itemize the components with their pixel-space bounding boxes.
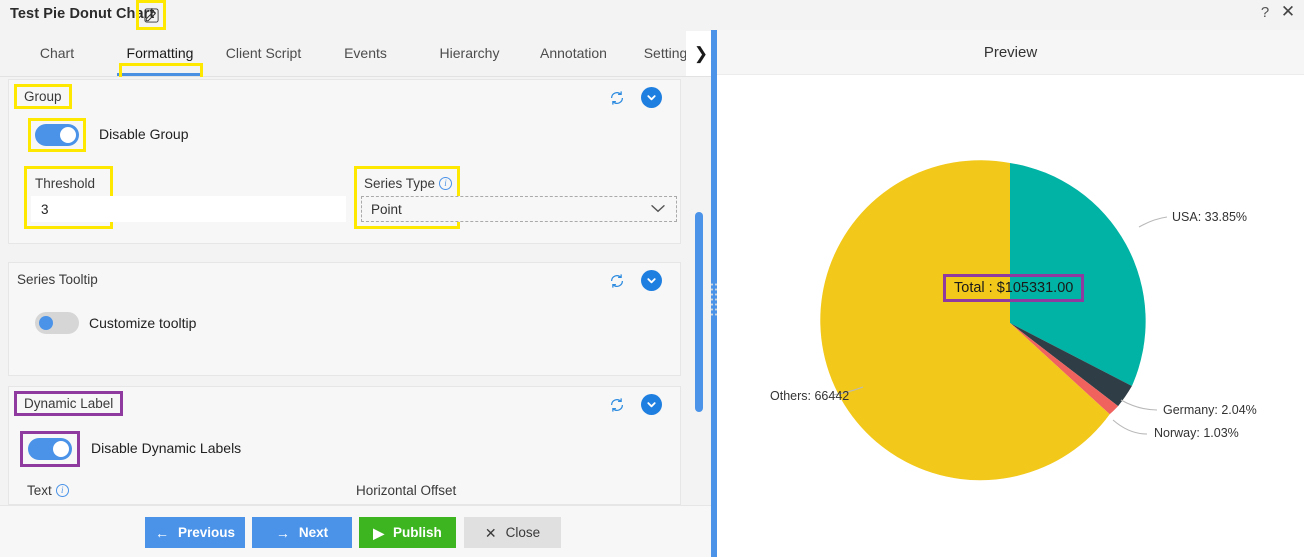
customize-tooltip-toggle[interactable] (35, 312, 79, 334)
series-type-select[interactable]: Point (361, 196, 677, 222)
info-icon[interactable]: i (439, 177, 453, 190)
callout-line-norway (1112, 419, 1148, 435)
callout-line-germany (1120, 399, 1158, 411)
edit-title-icon[interactable] (136, 0, 166, 30)
tab-active-underline (117, 73, 203, 76)
refresh-icon[interactable] (608, 396, 626, 414)
previous-button-label: Previous (177, 525, 236, 540)
pie-label-usa: USA: 33.85% (1172, 210, 1247, 224)
disable-dynamic-labels-toggle-wrapper (20, 431, 80, 467)
publish-button-label: Publish (393, 525, 442, 540)
section-series-tooltip: Series Tooltip Customize tooltip (8, 262, 681, 376)
publish-button[interactable]: ▶ Publish (359, 517, 456, 548)
series-type-label-text: Series Type (364, 176, 436, 191)
section-dynamic-label-title: Dynamic Label (13, 391, 124, 416)
formatting-panel: Group Disable Group Threshold 3 Series T… (0, 77, 706, 505)
close-button[interactable]: ✕ Close (464, 517, 561, 548)
tab-label: Formatting (126, 45, 194, 61)
series-type-label: Series Type i (364, 176, 453, 191)
toggle-knob (60, 127, 76, 143)
chevron-down-icon (650, 202, 666, 217)
close-button-label: Close (505, 525, 541, 540)
footer-toolbar: ← Previous → Next ▶ Publish ✕ Close (0, 505, 711, 557)
pie-label-norway: Norway: 1.03% (1154, 426, 1239, 440)
play-icon: ▶ (373, 524, 384, 541)
chart-center-total-label: Total : $105331.00 (942, 274, 1085, 302)
dynamic-label-text-label-text: Text (27, 483, 52, 498)
tab-bar: Chart Formatting Client Script Events Hi… (0, 30, 716, 91)
threshold-label: Threshold (35, 176, 96, 191)
customize-tooltip-row: Customize tooltip (35, 312, 196, 334)
tab-label: Chart (39, 45, 75, 61)
disable-dynamic-labels-toggle[interactable] (28, 438, 72, 460)
customize-tooltip-label: Customize tooltip (89, 315, 197, 331)
disable-dynamic-labels-label: Disable Dynamic Labels (91, 440, 242, 456)
pie-label-others: Others: 66442 (770, 389, 849, 403)
collapse-section-group-chevron-down-icon[interactable] (641, 87, 662, 108)
threshold-input[interactable]: 3 (31, 196, 346, 222)
section-group: Group Disable Group Threshold 3 Series T… (8, 79, 681, 244)
disable-group-label: Disable Group (99, 126, 189, 142)
callout-line-usa (1138, 216, 1168, 228)
close-window-icon[interactable]: ✕ (1280, 3, 1296, 21)
tab-label: Annotation (540, 45, 607, 61)
disable-group-toggle[interactable] (35, 124, 79, 146)
chart-editor-window: Test Pie Donut Chart ? ✕ Chart Formattin… (0, 0, 1304, 557)
collapse-section-series-tooltip-chevron-down-icon[interactable] (641, 270, 662, 291)
info-icon[interactable]: i (55, 484, 69, 497)
series-type-value: Point (371, 201, 402, 217)
arrow-right-icon: → (275, 524, 290, 541)
next-button-label: Next (298, 525, 329, 540)
tab-events[interactable]: Events (327, 30, 404, 76)
dynamic-label-text-label: Text i (27, 483, 69, 498)
section-group-title: Group (14, 84, 72, 109)
horizontal-offset-label: Horizontal Offset (356, 483, 457, 498)
refresh-icon[interactable] (608, 89, 626, 107)
page-title: Test Pie Donut Chart (10, 6, 155, 22)
tab-annotation[interactable]: Annotation (527, 30, 620, 76)
close-icon: ✕ (484, 524, 497, 541)
tab-label: Events (344, 45, 387, 61)
next-button[interactable]: → Next (252, 517, 352, 548)
preview-header: Preview (717, 30, 1304, 75)
title-bar: Test Pie Donut Chart ? ✕ (0, 0, 1304, 30)
tab-client-script[interactable]: Client Script (212, 30, 315, 76)
tab-label: Hierarchy (439, 45, 500, 61)
arrow-left-icon: ← (154, 524, 169, 541)
collapse-section-dynamic-label-chevron-down-icon[interactable] (641, 394, 662, 415)
help-icon[interactable]: ? (1257, 4, 1273, 21)
section-series-tooltip-title: Series Tooltip (17, 272, 98, 287)
tab-formatting[interactable]: Formatting (113, 30, 207, 76)
tab-hierarchy[interactable]: Hierarchy (425, 30, 514, 76)
section-dynamic-label: Dynamic Label Disable Dynamic Labels Tex… (8, 386, 681, 505)
tab-chart[interactable]: Chart (18, 30, 96, 76)
pie-label-germany: Germany: 2.04% (1163, 403, 1257, 417)
refresh-icon[interactable] (608, 272, 626, 290)
disable-group-toggle-wrapper (28, 118, 86, 152)
toggle-knob (39, 316, 53, 330)
previous-button[interactable]: ← Previous (145, 517, 245, 548)
formatting-panel-scrollbar-thumb[interactable] (695, 212, 703, 412)
tab-label: Client Script (225, 45, 302, 61)
pie-chart[interactable]: USA: 33.85% Germany: 2.04% Norway: 1.03%… (717, 75, 1304, 557)
toggle-knob (53, 441, 69, 457)
